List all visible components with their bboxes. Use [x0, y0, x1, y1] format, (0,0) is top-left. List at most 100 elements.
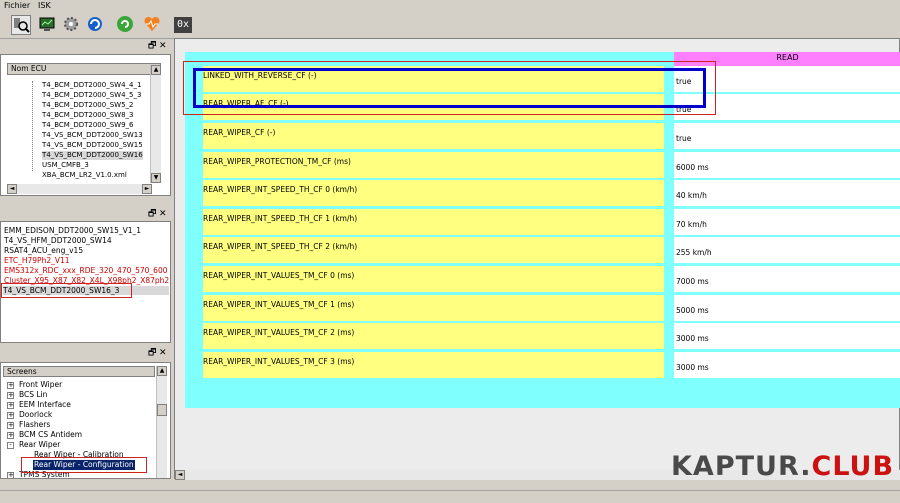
menu-bar: Fichier ISK — [0, 0, 900, 12]
param-value[interactable]: true — [674, 123, 900, 149]
ecu-tree-header[interactable]: Nom ECU — [7, 63, 161, 75]
expand-icon[interactable]: + — [7, 432, 14, 439]
tree-item[interactable]: T4_VS_BCM_DDT2000_SW13 — [42, 131, 143, 140]
green-circle-icon — [117, 16, 133, 32]
scroll-thumb[interactable] — [157, 404, 167, 416]
restore-icon[interactable]: 🗗 — [148, 348, 156, 358]
ecu-tree-panel-titlebar: 🗗 ✕ — [0, 40, 171, 52]
ecu-list-item[interactable]: ETC_H79Ph2_V11 — [4, 256, 70, 265]
param-value[interactable]: 5000 ms — [674, 295, 900, 321]
refresh-icon — [88, 17, 102, 31]
scroll-down-icon[interactable]: ▼ — [151, 173, 161, 183]
heart-pulse-icon — [144, 16, 160, 31]
tree-line — [32, 81, 34, 171]
selected-screen-highlight — [21, 457, 147, 473]
watermark-text: KAPTUR. — [671, 451, 812, 482]
ecu-list-item[interactable]: T4_VS_HFM_DDT2000_SW14 — [4, 236, 112, 245]
ecu-tree-vscrollbar[interactable]: ▲ ▼ — [150, 65, 161, 183]
tree-item[interactable]: T4_BCM_DDT2000_SW4_4_1 — [42, 81, 141, 90]
param-label: REAR_WIPER_INT_VALUES_TM_CF 1 (ms) — [203, 295, 664, 321]
linked-reverse-highlight-blue — [193, 68, 706, 108]
screen-tree-item[interactable]: BCM CS Antidem — [19, 430, 82, 440]
screens-panel-titlebar: 🗗 ✕ — [0, 347, 171, 359]
tree-item-selected[interactable]: T4_VS_BCM_DDT2000_SW16 — [42, 151, 143, 160]
ecu-list-item[interactable]: EMS312x_RDC_xxx_RDE_320_470_570_600 — [4, 266, 168, 275]
kaptur-club-watermark: KAPTUR.CLUB — [671, 451, 894, 482]
watermark-text-accent: CLUB — [811, 451, 895, 482]
ecu-list-item[interactable]: RSAT4_ACU_eng_v15 — [4, 246, 83, 255]
ecu-list-panel: EMM_EDISON_DDT2000_SW15_V1_1 T4_VS_HFM_D… — [0, 221, 171, 343]
monitor-button[interactable] — [38, 15, 58, 35]
tree-item[interactable]: T4_BCM_DDT2000_SW8_3 — [42, 111, 133, 120]
tree-item[interactable]: T4_BCM_DDT2000_SW5_2 — [42, 101, 133, 110]
tree-item[interactable]: USM_CMFB_3 — [42, 161, 89, 170]
param-value[interactable]: 255 km/h — [674, 237, 900, 263]
param-row: REAR_WIPER_INT_SPEED_TH_CF 1 (km/h) 70 k… — [203, 209, 900, 235]
param-row: REAR_WIPER_INT_SPEED_TH_CF 0 (km/h) 40 k… — [203, 180, 900, 206]
ecu-list-panel-titlebar: 🗗 ✕ — [0, 208, 171, 220]
param-value[interactable]: 70 km/h — [674, 209, 900, 235]
param-label: REAR_WIPER_INT_VALUES_TM_CF 3 (ms) — [203, 352, 664, 378]
param-label: REAR_WIPER_INT_VALUES_TM_CF 0 (ms) — [203, 266, 664, 292]
hex-mode-button[interactable]: 0x — [174, 17, 192, 33]
screen-tree-item[interactable]: Flashers — [19, 420, 50, 430]
tree-item[interactable]: T4_BCM_DDT2000_SW4_5_3 — [42, 91, 141, 100]
expand-icon[interactable]: + — [7, 472, 14, 478]
ecu-tree-panel: Nom ECU T4_BCM_DDT2000_SW4_4_1 T4_BCM_DD… — [0, 54, 171, 196]
param-label: REAR_WIPER_INT_SPEED_TH_CF 0 (km/h) — [203, 180, 664, 206]
expand-icon[interactable]: + — [7, 412, 14, 419]
monitor-icon — [39, 17, 55, 31]
ecu-search-button[interactable] — [11, 15, 31, 35]
param-value[interactable]: 3000 ms — [674, 323, 900, 349]
close-icon[interactable]: ✕ — [159, 41, 167, 51]
collapse-icon[interactable]: - — [7, 442, 14, 449]
param-row: REAR_WIPER_INT_SPEED_TH_CF 2 (km/h) 255 … — [203, 237, 900, 263]
ecu-tree-hscrollbar[interactable]: ◄ ► — [7, 184, 152, 194]
param-value[interactable]: 6000 ms — [674, 152, 900, 178]
param-row: REAR_WIPER_INT_VALUES_TM_CF 3 (ms) 3000 … — [203, 352, 900, 378]
param-row: REAR_WIPER_INT_VALUES_TM_CF 1 (ms) 5000 … — [203, 295, 900, 321]
screens-panel: Screens + Front Wiper + BCS Lin + EEM In… — [0, 362, 171, 479]
screen-tree-item[interactable]: Front Wiper — [19, 380, 62, 390]
gear-icon — [64, 17, 78, 31]
param-row: REAR_WIPER_PROTECTION_TM_CF (ms) 6000 ms — [203, 152, 900, 178]
connect-button[interactable] — [116, 15, 136, 35]
tree-item[interactable]: T4_BCM_DDT2000_SW9_6 — [42, 121, 133, 130]
param-label: REAR_WIPER_INT_SPEED_TH_CF 1 (km/h) — [203, 209, 664, 235]
close-icon[interactable]: ✕ — [159, 209, 167, 219]
health-button[interactable] — [143, 15, 163, 35]
restore-icon[interactable]: 🗗 — [148, 209, 156, 219]
param-label: REAR_WIPER_INT_VALUES_TM_CF 2 (ms) — [203, 323, 664, 349]
close-icon[interactable]: ✕ — [159, 348, 167, 358]
tree-item[interactable]: XBA_BCM_LR2_V1.0.xml — [42, 171, 127, 180]
tree-item[interactable]: T4_VS_BCM_DDT2000_SW15 — [42, 141, 143, 150]
menu-isk[interactable]: ISK — [38, 1, 51, 10]
magnifier-icon — [14, 18, 30, 33]
param-label: REAR_WIPER_INT_SPEED_TH_CF 2 (km/h) — [203, 237, 664, 263]
menu-fichier[interactable]: Fichier — [4, 1, 30, 10]
scroll-up-icon[interactable]: ▲ — [151, 65, 161, 75]
scroll-left-icon[interactable]: ◄ — [7, 184, 17, 194]
ecu-list-item[interactable]: EMM_EDISON_DDT2000_SW15_V1_1 — [4, 226, 141, 235]
param-value[interactable]: 3000 ms — [674, 352, 900, 378]
expand-icon[interactable]: + — [7, 382, 14, 389]
param-value[interactable]: 7000 ms — [674, 266, 900, 292]
param-row: REAR_WIPER_INT_VALUES_TM_CF 0 (ms) 7000 … — [203, 266, 900, 292]
screens-header[interactable]: Screens — [3, 366, 155, 377]
screen-tree-item[interactable]: Doorlock — [19, 410, 52, 420]
expand-icon[interactable]: + — [7, 402, 14, 409]
restore-icon[interactable]: 🗗 — [148, 41, 156, 51]
screen-tree-item[interactable]: Rear Wiper — [19, 440, 60, 450]
refresh-button[interactable] — [86, 15, 106, 35]
screens-vscrollbar[interactable]: ▲ — [156, 366, 167, 478]
scroll-right-icon[interactable]: ► — [142, 184, 152, 194]
screen-tree-item[interactable]: EEM Interface — [19, 400, 71, 410]
expand-icon[interactable]: + — [7, 422, 14, 429]
expand-icon[interactable]: + — [7, 392, 14, 399]
screen-tree-item[interactable]: BCS Lin — [19, 390, 47, 400]
settings-button[interactable] — [62, 15, 82, 35]
scroll-left-icon[interactable]: ◄ — [175, 470, 185, 480]
scroll-up-icon[interactable]: ▲ — [157, 366, 167, 376]
param-label: REAR_WIPER_CF (-) — [203, 123, 664, 149]
param-value[interactable]: 40 km/h — [674, 180, 900, 206]
